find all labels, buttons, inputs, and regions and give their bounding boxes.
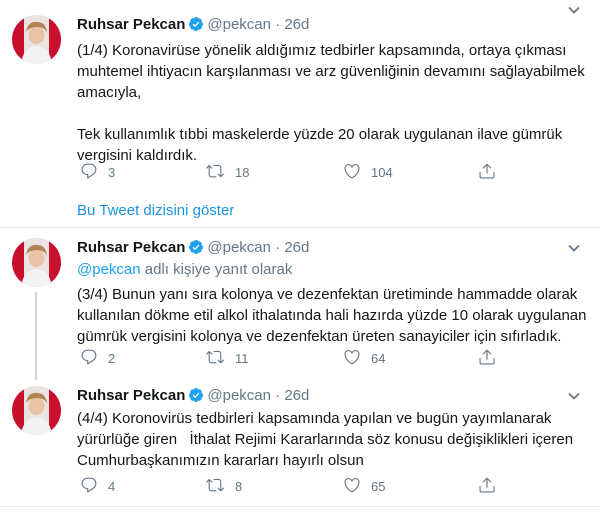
- tweet-date[interactable]: 26d: [284, 239, 309, 256]
- share-icon: [478, 476, 506, 497]
- reply-count: 3: [108, 164, 116, 180]
- author-handle[interactable]: @pekcan: [207, 239, 271, 256]
- share-button[interactable]: [478, 348, 506, 368]
- reply-icon: [80, 476, 108, 497]
- chevron-down-icon[interactable]: [566, 240, 582, 256]
- divider: [0, 506, 600, 507]
- retweet-count: 18: [235, 164, 250, 180]
- like-count: 65: [371, 478, 386, 494]
- share-button[interactable]: [478, 476, 506, 496]
- verified-badge-icon: [188, 16, 204, 38]
- chevron-down-icon[interactable]: [566, 388, 582, 404]
- avatar[interactable]: [12, 386, 61, 435]
- show-thread-link[interactable]: Bu Tweet dizisini göster: [77, 201, 234, 221]
- share-icon: [478, 162, 506, 183]
- retweet-icon: [205, 348, 235, 369]
- replying-to: @pekcan adlı kişiye yanıt olarak: [77, 260, 292, 280]
- heart-icon: [343, 476, 371, 497]
- like-button[interactable]: 64: [343, 348, 385, 368]
- separator-dot: ·: [275, 16, 281, 33]
- reply-count: 4: [108, 478, 116, 494]
- tweet-text: (1/4) Koronavirüse yönelik aldığımız ted…: [77, 42, 585, 164]
- retweet-button[interactable]: 8: [205, 476, 242, 496]
- separator-dot: ·: [275, 239, 281, 256]
- like-button[interactable]: 104: [343, 162, 393, 182]
- retweet-button[interactable]: 11: [205, 348, 249, 368]
- replying-to-text: adlı kişiye yanıt olarak: [140, 261, 293, 278]
- tweet-date[interactable]: 26d: [284, 387, 309, 404]
- reply-count: 2: [108, 350, 116, 366]
- avatar[interactable]: [12, 238, 61, 287]
- like-count: 104: [371, 164, 393, 180]
- tweet-date[interactable]: 26d: [284, 16, 309, 33]
- reply-button[interactable]: 3: [80, 162, 115, 182]
- retweet-count: 11: [235, 350, 249, 366]
- share-button[interactable]: [478, 162, 506, 182]
- author-handle[interactable]: @pekcan: [207, 387, 271, 404]
- thread-connector: [35, 292, 37, 380]
- verified-badge-icon: [188, 239, 204, 261]
- separator-dot: ·: [275, 387, 281, 404]
- reply-button[interactable]: 2: [80, 348, 115, 368]
- retweet-icon: [205, 476, 235, 497]
- like-count: 64: [371, 350, 386, 366]
- retweet-icon: [205, 162, 235, 183]
- avatar[interactable]: [12, 15, 61, 64]
- heart-icon: [343, 348, 371, 369]
- chevron-down-icon[interactable]: [566, 2, 582, 18]
- reply-icon: [80, 162, 108, 183]
- retweet-count: 8: [235, 478, 243, 494]
- divider: [0, 227, 600, 228]
- author-name[interactable]: Ruhsar Pekcan: [77, 387, 185, 404]
- like-button[interactable]: 65: [343, 476, 385, 496]
- retweet-button[interactable]: 18: [205, 162, 249, 182]
- tweet-text: (4/4) Koronovirüs tedbirleri kapsamında …: [77, 410, 578, 469]
- verified-badge-icon: [188, 387, 204, 409]
- share-icon: [478, 348, 506, 369]
- heart-icon: [343, 162, 371, 183]
- reply-button[interactable]: 4: [80, 476, 115, 496]
- author-name[interactable]: Ruhsar Pekcan: [77, 16, 185, 33]
- reply-icon: [80, 348, 108, 369]
- reply-mention-link[interactable]: @pekcan: [77, 261, 141, 278]
- author-name[interactable]: Ruhsar Pekcan: [77, 239, 185, 256]
- author-handle[interactable]: @pekcan: [207, 16, 271, 33]
- tweet-text: (3/4) Bunun yanı sıra kolonya ve dezenfe…: [77, 286, 591, 345]
